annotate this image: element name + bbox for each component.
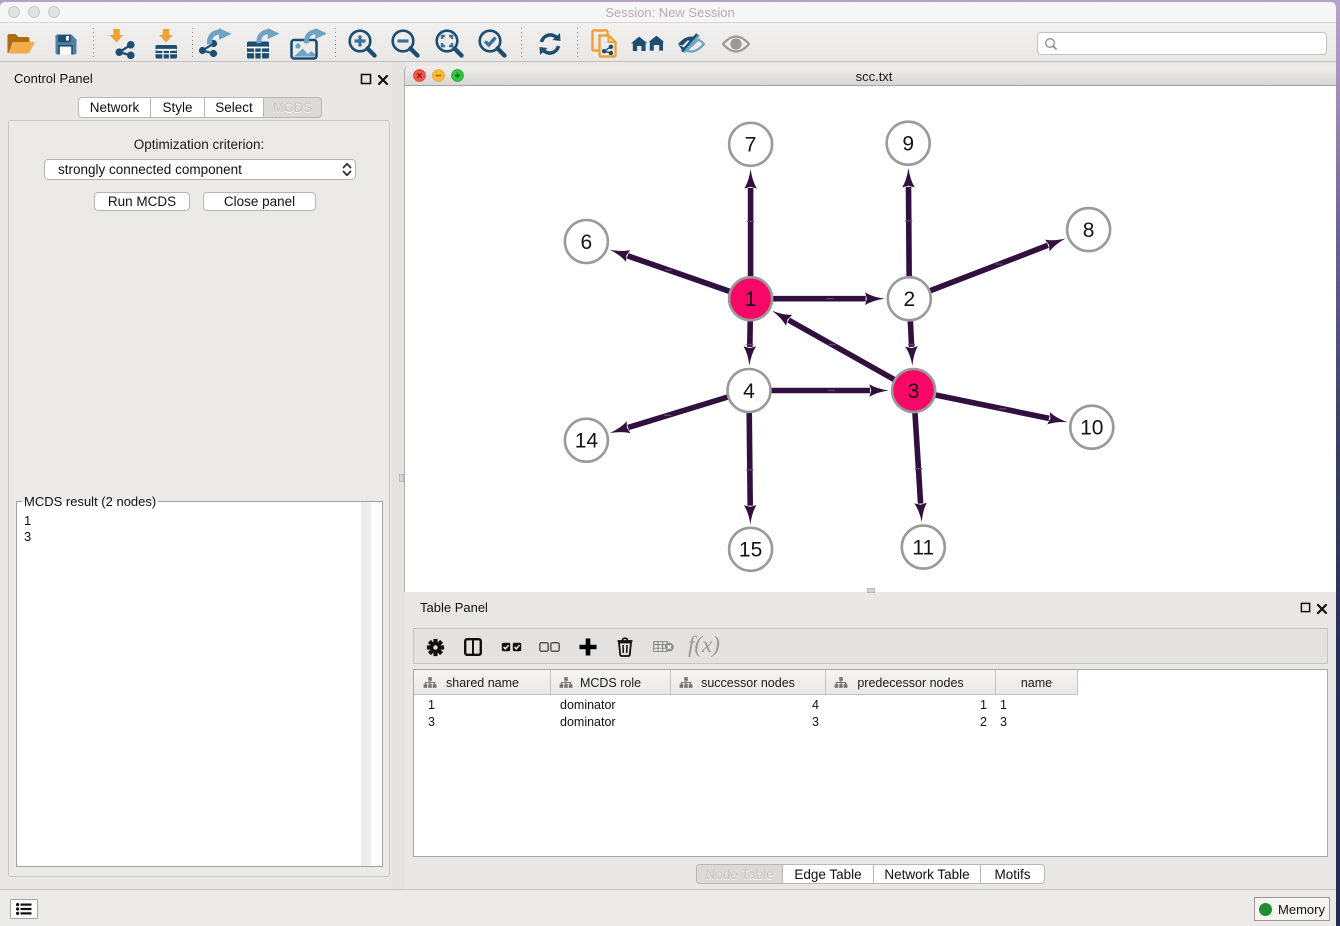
svg-text:9: 9: [902, 133, 914, 156]
svg-text:10: 10: [1080, 417, 1103, 440]
svg-text:11: 11: [912, 537, 934, 560]
svg-text:2: 2: [903, 288, 915, 311]
svg-text:15: 15: [739, 539, 762, 562]
svg-text:f(x): f(x): [688, 633, 720, 657]
svg-text:3: 3: [908, 380, 920, 403]
svg-text:1: 1: [745, 288, 757, 311]
svg-text:6: 6: [581, 231, 593, 254]
svg-text:4: 4: [743, 380, 755, 403]
svg-text:8: 8: [1083, 219, 1095, 242]
svg-text:7: 7: [745, 134, 757, 157]
svg-text:14: 14: [575, 430, 599, 453]
